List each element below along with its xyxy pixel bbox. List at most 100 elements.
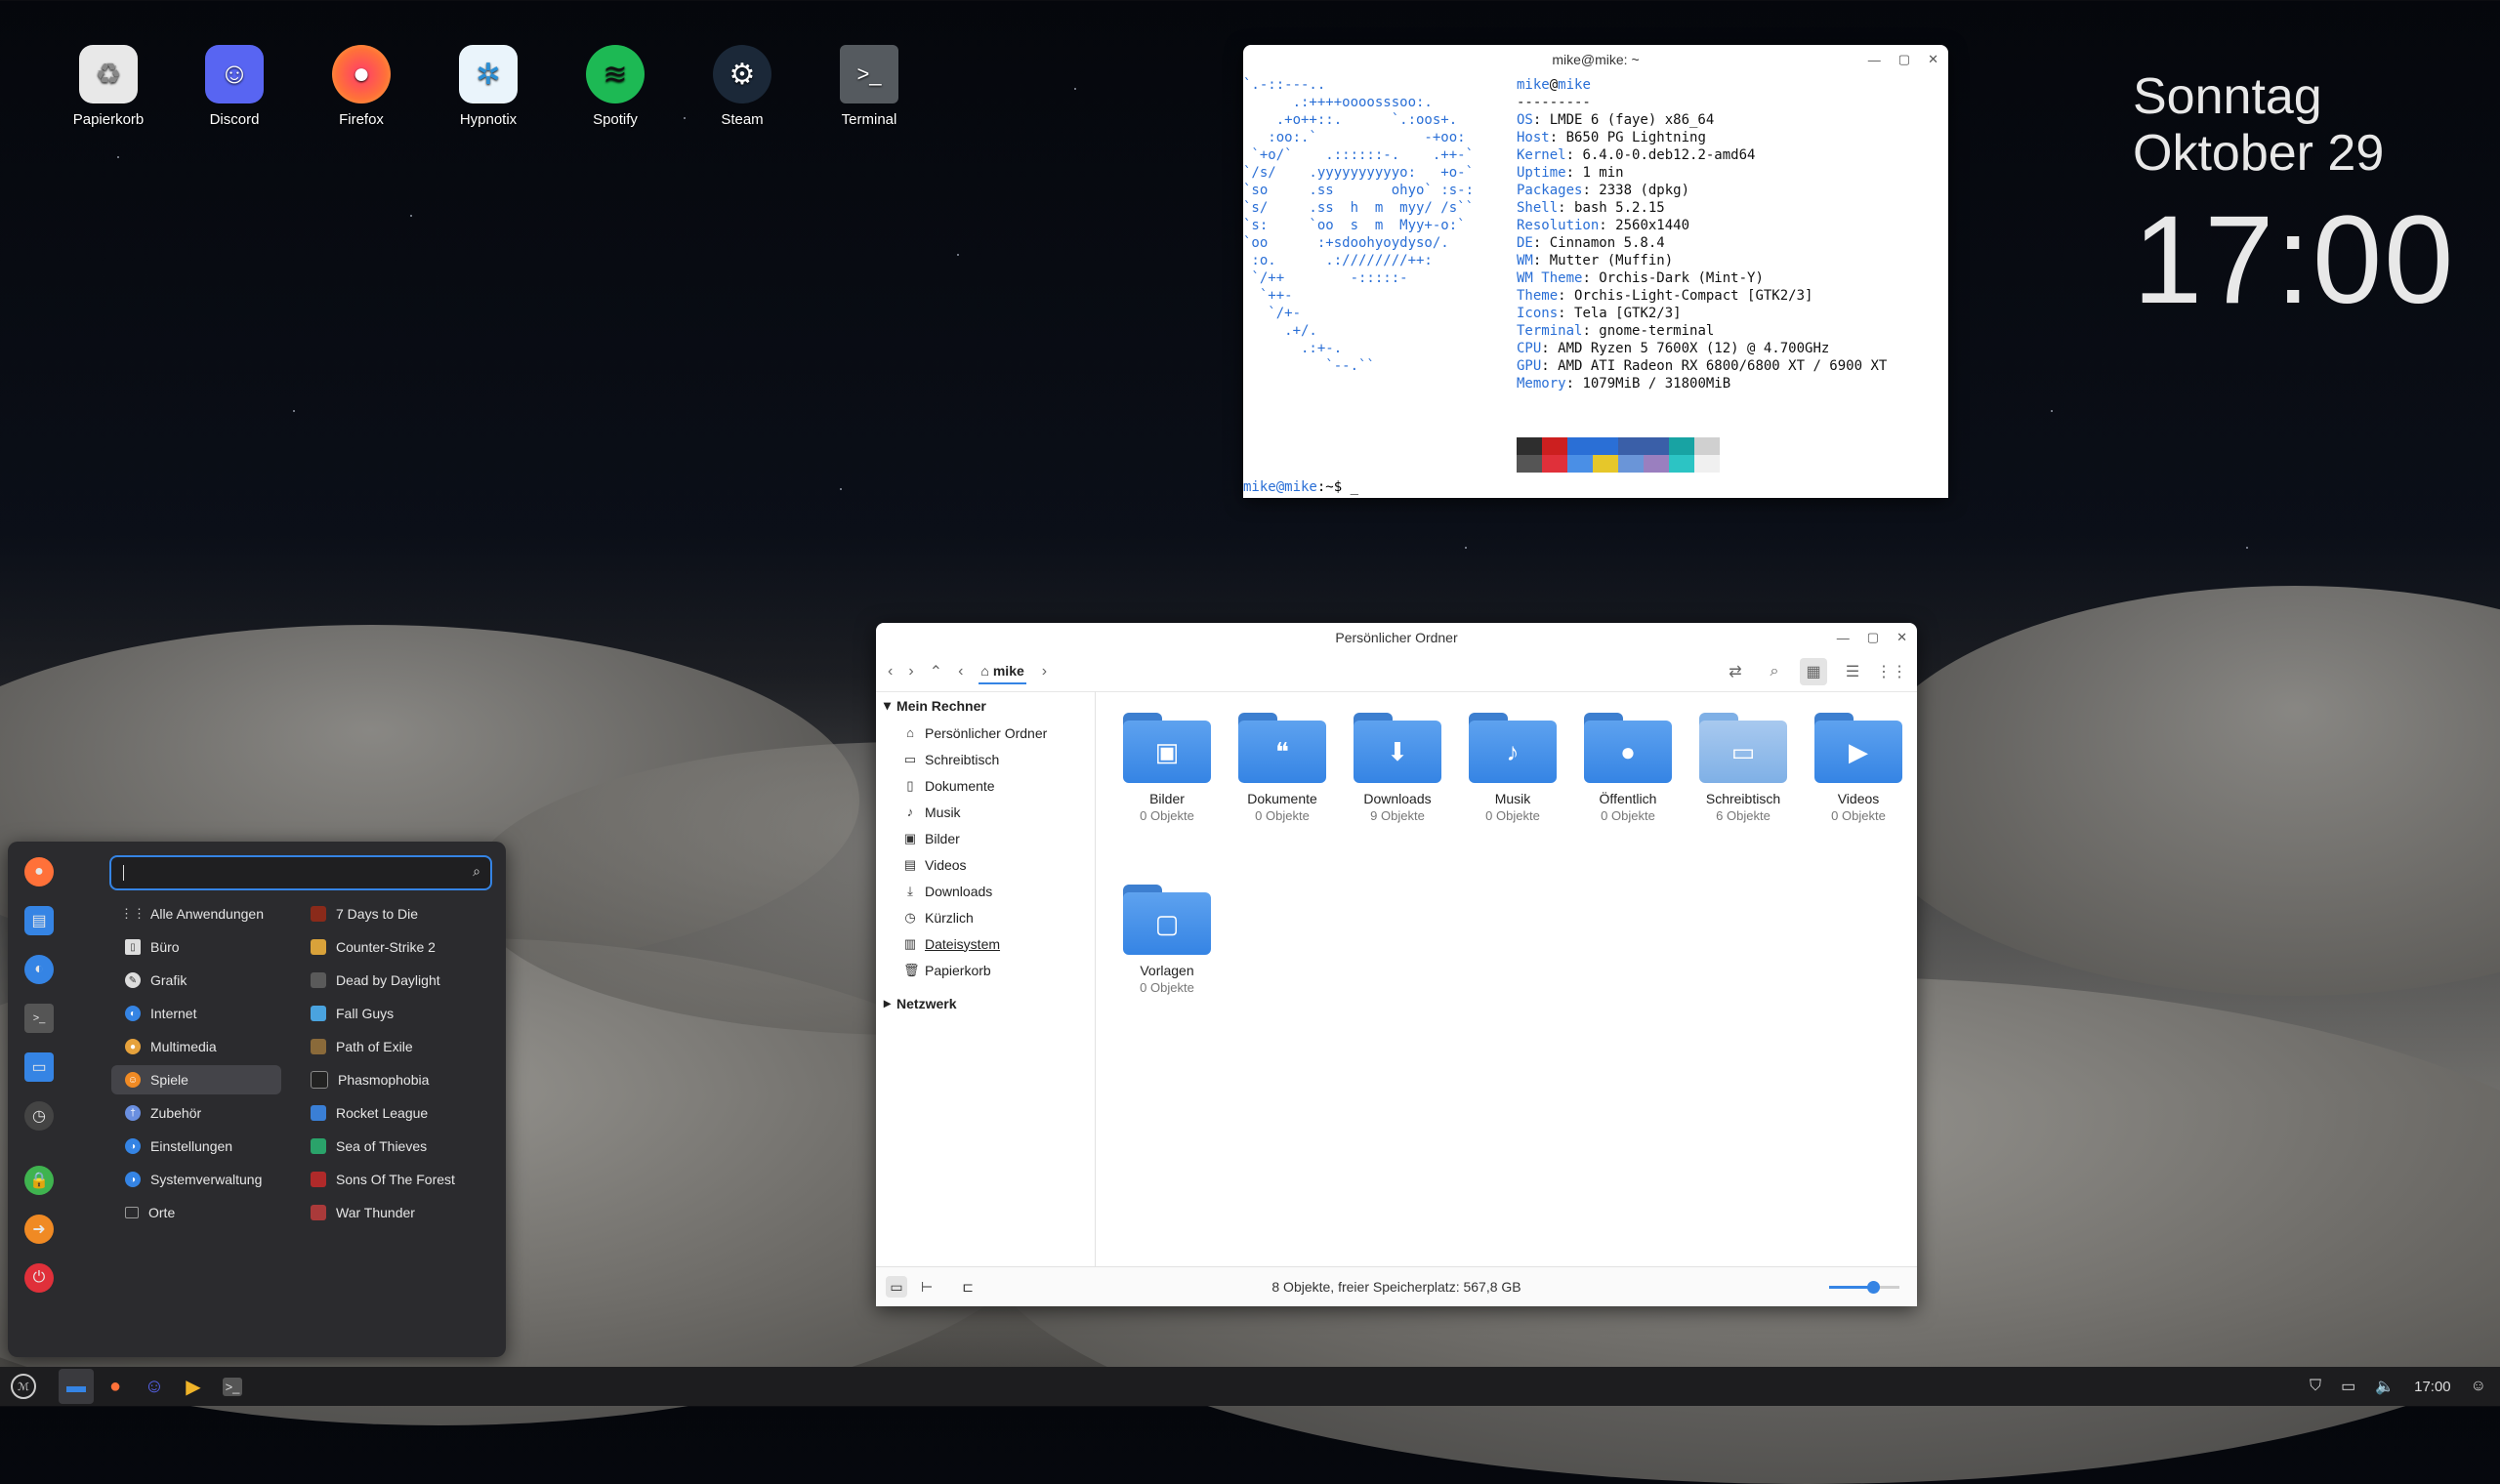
sidebar-item-documents[interactable]: ▯ Dokumente [876,772,1095,799]
firefox-icon[interactable]: ● [24,857,54,886]
list-view-icon[interactable]: ☰ [1839,658,1866,685]
sidebar-item-desktop[interactable]: ▭ Schreibtisch [876,746,1095,772]
desktop-icon-hypnotix[interactable]: ✲ Hypnotix [435,45,542,128]
minimize-button[interactable]: — [1868,53,1881,67]
zoom-slider[interactable] [1829,1281,1899,1294]
menu-app-item[interactable]: Sea of Thieves [311,1132,427,1161]
menu-category[interactable]: ▯ Büro [111,932,281,962]
folder-item[interactable]: ▣ Bilder 0 Objekte [1113,713,1221,823]
sidebar-section-network[interactable]: ▸ Netzwerk [876,989,1095,1017]
menu-category[interactable]: ☺ Spiele [111,1065,281,1094]
menu-category[interactable]: ● Multimedia [111,1032,281,1061]
menu-category[interactable]: ◑ Einstellungen [111,1132,281,1161]
multimedia-icon: ● [125,1039,141,1054]
files-taskbar-button[interactable]: ▬ [59,1369,94,1404]
system-info: mike@mike --------- OS: LMDE 6 (faye) x8… [1517,77,1888,392]
sidebar-section-computer[interactable]: ▾ Mein Rechner [876,691,1095,720]
folder-item[interactable]: ▢ Vorlagen 0 Objekte [1113,885,1221,995]
shield-icon[interactable]: ⛉ [2310,1378,2321,1395]
show-tree-icon[interactable]: ⊢ [921,1279,933,1296]
maximize-button[interactable]: ▢ [1898,52,1910,67]
terminal-output[interactable]: `.-::---.. .:++++oooosssoo:. .+o++::. `.… [1243,74,1948,498]
logout-icon[interactable]: ➜ [24,1215,54,1244]
settings-icon[interactable]: ◷ [24,1101,54,1131]
display-icon[interactable]: ▭ [2341,1377,2355,1396]
show-places-icon[interactable]: ▭ [886,1276,907,1298]
terminal-icon[interactable]: >_ [24,1004,54,1033]
file-manager-titlebar[interactable]: Persönlicher Ordner — ▢ ✕ [876,623,1917,652]
search-input[interactable]: ⌕ [109,855,492,890]
taskbar-clock[interactable]: 17:00 [2414,1379,2451,1395]
menu-app-item[interactable]: 7 Days to Die [311,899,418,928]
desktop-icon-spotify[interactable]: ≋ Spotify [562,45,669,128]
maximize-button[interactable]: ▢ [1867,630,1879,645]
file-manager-window[interactable]: Persönlicher Ordner — ▢ ✕ ‹ › ⌃ ‹ ⌂ mike … [876,623,1917,1306]
terminal-titlebar[interactable]: mike@mike: ~ — ▢ ✕ [1243,45,1948,74]
menu-category[interactable]: † Zubehör [111,1098,281,1128]
close-button[interactable]: ✕ [1928,52,1938,67]
toggle-location-icon[interactable]: ⇄ [1722,658,1749,685]
desktop-icon-steam[interactable]: ⚙ Steam [688,45,796,128]
compact-view-icon[interactable]: ⋮⋮ [1876,658,1907,685]
desktop-icon-terminal[interactable]: >_ Terminal [815,45,923,128]
software-manager-icon[interactable]: ▤ [24,906,54,935]
close-button[interactable]: ✕ [1896,630,1907,645]
desktop-icon-discord[interactable]: ☺ Discord [181,45,288,128]
lock-icon[interactable]: 🔒 [24,1166,54,1195]
menu-app-item[interactable]: Sons Of The Forest [311,1165,455,1194]
toggle-icon[interactable]: ◐ [24,955,54,984]
search-icon[interactable]: ⌕ [1761,658,1788,685]
forward-icon[interactable]: › [908,663,913,680]
sidebar-item-music[interactable]: ♪ Musik [876,799,1095,825]
menu-category[interactable]: ✎ Grafik [111,966,281,995]
folder-pictures-icon: ▣ [1123,713,1211,783]
palette-swatch [1593,437,1618,455]
discord-taskbar-button[interactable]: ☺ [137,1369,172,1404]
menu-category[interactable]: ◐ Internet [111,999,281,1028]
desktop-icon-trash[interactable]: ♻ Papierkorb [55,45,162,128]
volume-icon[interactable]: 🔈 [2375,1377,2395,1396]
sidebar-item-downloads[interactable]: ⤓ Downloads [876,878,1095,904]
sidebar-item-trash[interactable]: 🗑 Papierkorb [876,957,1095,983]
sidebar-item-pictures[interactable]: ▣ Bilder [876,825,1095,851]
breadcrumb-right-icon[interactable]: › [1042,663,1047,680]
folder-item[interactable]: ♪ Musik 0 Objekte [1459,713,1566,823]
menu-category[interactable]: ⋮⋮ Alle Anwendungen [111,899,281,928]
icon-view-icon[interactable]: ▦ [1800,658,1827,685]
menu-button[interactable]: ℳ [6,1369,41,1404]
folder-item[interactable]: ❝ Dokumente 0 Objekte [1229,713,1336,823]
power-icon[interactable]: ⏻ [24,1263,54,1293]
menu-app-item[interactable]: Path of Exile [311,1032,413,1061]
expand-icon: ▸ [884,995,892,1010]
files-icon[interactable]: ▭ [24,1052,54,1082]
minimize-button[interactable]: — [1837,631,1850,645]
folder-item[interactable]: ⬇ Downloads 9 Objekte [1344,713,1451,823]
user-icon[interactable]: ☺ [2471,1378,2486,1395]
menu-app-item[interactable]: Fall Guys [311,999,394,1028]
menu-app-item[interactable]: Rocket League [311,1098,428,1128]
breadcrumb-home[interactable]: ⌂ mike [979,659,1026,684]
menu-app-item[interactable]: Dead by Daylight [311,966,440,995]
firefox-taskbar-button[interactable]: ● [98,1369,133,1404]
sidebar-item-videos[interactable]: ▤ Videos [876,851,1095,878]
folder-item[interactable]: ▶ Videos 0 Objekte [1805,713,1912,823]
shell-prompt[interactable]: mike@mike:~$ _ [1243,478,1358,496]
menu-category[interactable]: Orte [111,1198,281,1227]
breadcrumb-left-icon[interactable]: ‹ [958,663,963,680]
menu-category[interactable]: ◑ Systemverwaltung [111,1165,281,1194]
sidebar-item-filesystem[interactable]: ▥ Dateisystem [876,930,1095,957]
folder-item[interactable]: ▭ Schreibtisch 6 Objekte [1689,713,1797,823]
videos-taskbar-button[interactable]: ▶ [176,1369,211,1404]
terminal-taskbar-button[interactable]: >_ [215,1369,250,1404]
menu-app-item[interactable]: Phasmophobia [311,1065,429,1094]
sidebar-item-home[interactable]: ⌂ Persönlicher Ordner [876,720,1095,746]
sidebar-item-recent[interactable]: ◷ Kürzlich [876,904,1095,930]
toggle-sidebar-icon[interactable]: ⊏ [962,1279,974,1296]
menu-app-item[interactable]: Counter-Strike 2 [311,932,436,962]
back-icon[interactable]: ‹ [888,663,893,680]
folder-item[interactable]: ● Öffentlich 0 Objekte [1574,713,1682,823]
terminal-window[interactable]: mike@mike: ~ — ▢ ✕ `.-::---.. .:++++oooo… [1243,45,1948,498]
desktop-icon-firefox[interactable]: ● Firefox [308,45,415,128]
up-icon[interactable]: ⌃ [930,662,942,681]
menu-app-item[interactable]: War Thunder [311,1198,415,1227]
